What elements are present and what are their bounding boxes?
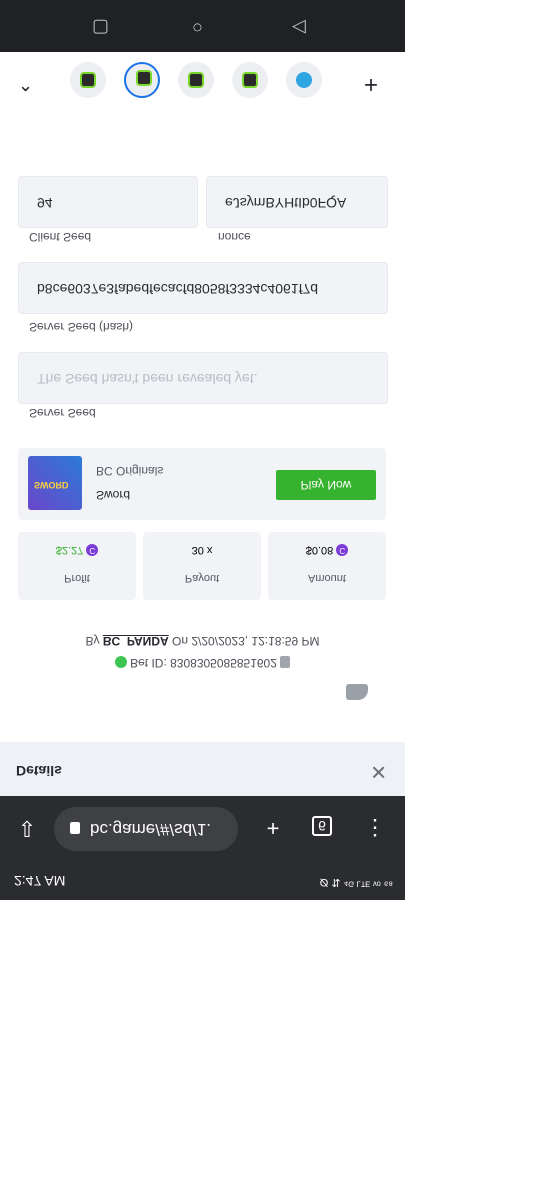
site-icon [136, 70, 152, 86]
profit-value: $2.27 C [18, 543, 136, 556]
by-label: By [85, 634, 100, 648]
tab-2-active[interactable] [124, 62, 160, 98]
bet-datetime: 2/20/2023, 12:18:59 PM [191, 634, 320, 648]
flipped-screen: 2:47 AM Ø ⇅ ⁴ᴳ ᴸᵀᴱ ᵛᵒ ⁶⁸ ⇩ bc.game/#/sd/… [0, 0, 405, 900]
tab-list-chevron-icon[interactable]: ⌃ [18, 73, 33, 94]
nonce-label: nonce [218, 230, 251, 244]
nonce-value: 94 [37, 195, 53, 211]
download-icon[interactable]: ⇩ [12, 813, 42, 843]
server-seed-hash-value: b8ce6037e3fabedfecacfd8058f3334c4061f7d [37, 281, 319, 297]
bet-id-label: Bet ID: [130, 656, 167, 670]
close-icon[interactable]: ✕ [370, 759, 387, 784]
on-label: On [172, 634, 189, 648]
game-provider: BC Originals [96, 464, 164, 478]
status-bar: 2:47 AM Ø ⇅ ⁴ᴳ ᴸᵀᴱ ᵛᵒ ⁶⁸ [0, 860, 405, 900]
more-menu-icon[interactable]: ⋮ [360, 813, 390, 843]
home-icon[interactable]: ○ [192, 17, 203, 38]
tab-strip: ⌃ + [0, 51, 405, 108]
tab-count[interactable]: 6 [312, 816, 332, 836]
thumbnail-text: SWORD [34, 480, 69, 490]
profit-card: Profit $2.27 C [18, 532, 136, 600]
telegram-icon [296, 72, 312, 88]
status-time: 2:47 AM [14, 873, 66, 889]
address-bar[interactable]: bc.game/#/sd/1. [54, 807, 238, 851]
user-link[interactable]: BC_PANDA [103, 634, 169, 648]
status-icons: Ø ⇅ ⁴ᴳ ᴸᵀᴱ ᵛᵒ ⁶⁸ [319, 876, 393, 888]
recent-apps-icon[interactable]: ▢ [92, 17, 109, 38]
client-seed-field: eJsymBYHtIb0FQA [206, 176, 388, 228]
new-tab-icon[interactable]: + [258, 813, 288, 843]
payout-value: 30 x [191, 544, 213, 556]
play-now-button[interactable]: Play Now [276, 470, 376, 500]
server-seed-hash-label: Server Seed (hash) [29, 320, 134, 334]
amount-card: Amount $0.08 C [268, 532, 386, 600]
amount-value: $0.08 C [268, 543, 386, 556]
bet-status-icon [114, 656, 127, 669]
bet-id: 8308305085851602 [170, 656, 277, 670]
site-icon [242, 72, 258, 88]
server-seed-field: The Seed hasn't been revealed yet. [18, 352, 388, 404]
payout-label: Payout [184, 572, 220, 584]
profit-label: Profit [64, 572, 90, 584]
browser-toolbar: ⇩ bc.game/#/sd/1. + 6 ⋮ [0, 796, 405, 860]
tab-5[interactable] [286, 62, 322, 98]
url-text: bc.game/#/sd/1. [90, 820, 211, 839]
server-seed-placeholder: The Seed hasn't been revealed yet. [37, 371, 258, 387]
tab-1[interactable] [70, 62, 106, 98]
add-tab-icon[interactable]: + [364, 70, 378, 98]
bet-id-row: Bet ID: 8308305085851602 [0, 656, 405, 670]
payout-card: Payout 30 x [143, 532, 261, 600]
system-nav-bar: ▢ ○ ◁ [0, 0, 405, 52]
details-header: Details ✕ [0, 742, 405, 796]
game-thumbnail: SWORD [28, 456, 82, 510]
server-seed-label: Server Seed [29, 406, 96, 420]
details-title: Details [16, 763, 62, 779]
game-title: Sword [96, 488, 131, 502]
client-seed-value: eJsymBYHtIb0FQA [225, 195, 347, 211]
tab-4[interactable] [232, 62, 268, 98]
coin-icon: C [336, 543, 349, 556]
site-icon [188, 72, 204, 88]
share-icon[interactable] [346, 684, 368, 700]
site-icon [80, 72, 96, 88]
copy-icon[interactable] [280, 656, 291, 669]
game-card: SWORD Sword BC Originals Play Now [18, 448, 386, 520]
coin-icon: C [86, 543, 99, 556]
amount-label: Amount [308, 572, 346, 584]
server-seed-hash-field: b8ce6037e3fabedfecacfd8058f3334c4061f7d [18, 262, 388, 314]
lock-icon [70, 822, 80, 835]
nonce-field: 94 [18, 176, 198, 228]
bet-author-row: By BC_PANDA On 2/20/2023, 12:18:59 PM [0, 634, 405, 648]
tab-3[interactable] [178, 62, 214, 98]
client-seed-label: Client Seed [29, 230, 92, 244]
back-icon[interactable]: ◁ [292, 17, 306, 38]
